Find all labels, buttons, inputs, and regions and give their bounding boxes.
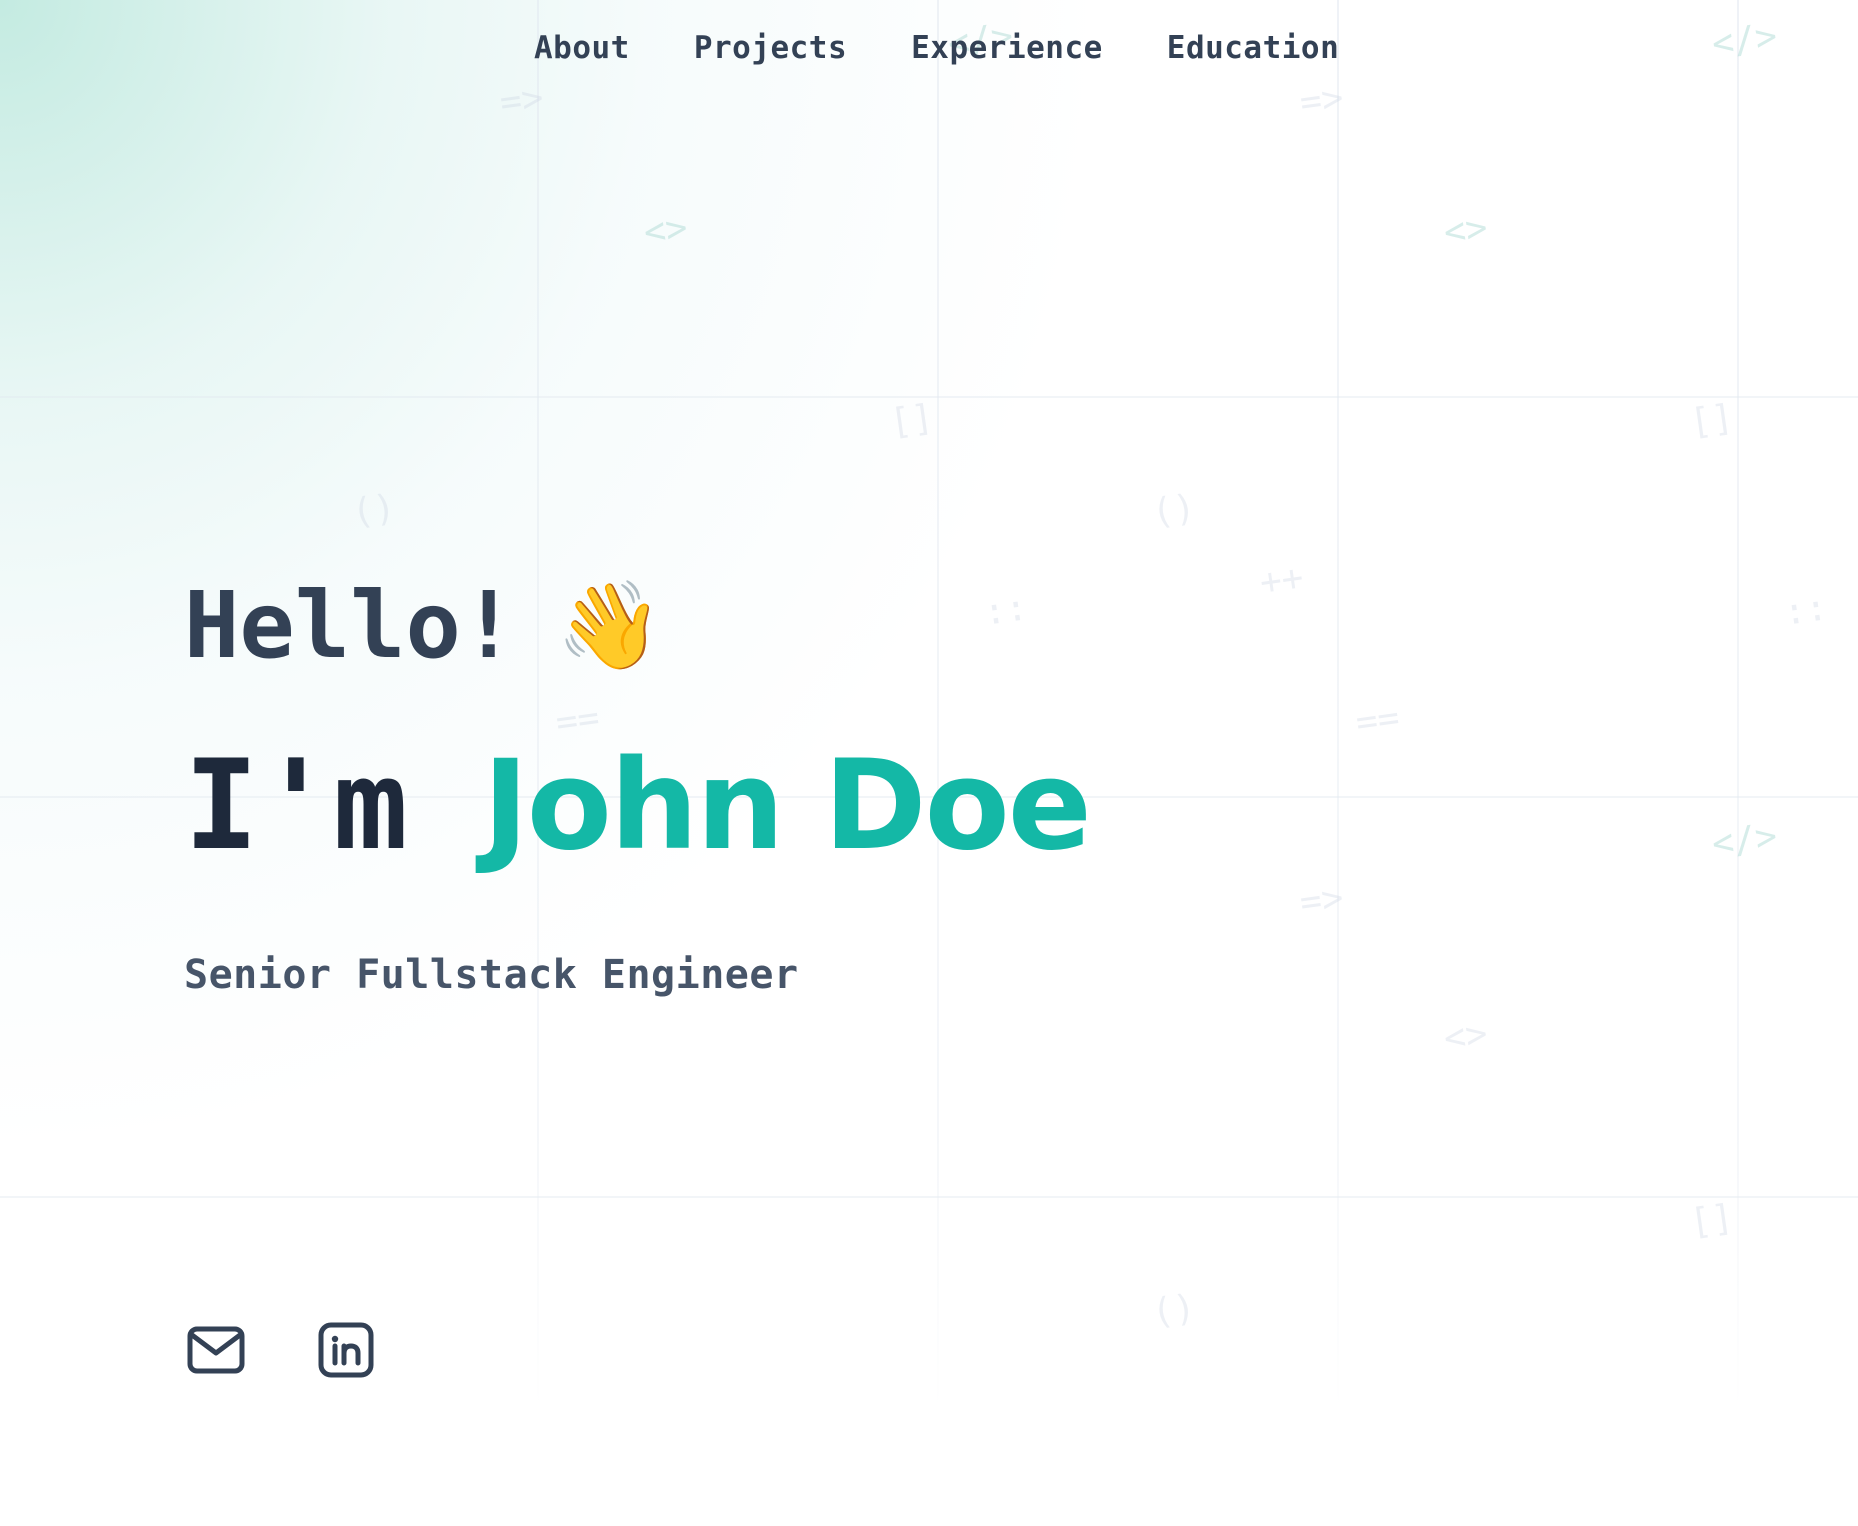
intro-prefix: I'm — [184, 734, 408, 878]
job-title: Senior Fullstack Engineer — [184, 952, 799, 998]
email-link[interactable] — [186, 1320, 246, 1380]
person-name: John Doe — [482, 734, 1092, 878]
linkedin-link[interactable] — [316, 1320, 376, 1380]
greeting-text: Hello! — [184, 572, 517, 679]
greeting-heading: Hello! 👋 — [184, 580, 1090, 672]
nav-link-experience[interactable]: Experience — [911, 30, 1103, 66]
social-links — [186, 1320, 376, 1380]
mail-icon — [187, 1326, 245, 1374]
top-navigation: About Projects Experience Education — [534, 30, 1339, 66]
nav-link-about[interactable]: About — [534, 30, 630, 66]
intro-heading: I'm John Doe — [184, 744, 1092, 868]
nav-link-education[interactable]: Education — [1167, 30, 1339, 66]
nav-link-projects[interactable]: Projects — [694, 30, 847, 66]
waving-hand-icon: 👋 — [556, 576, 664, 676]
hero-section: Hello! 👋 I'm John Doe Senior Fullstack E… — [184, 560, 1092, 999]
linkedin-icon — [318, 1322, 374, 1378]
